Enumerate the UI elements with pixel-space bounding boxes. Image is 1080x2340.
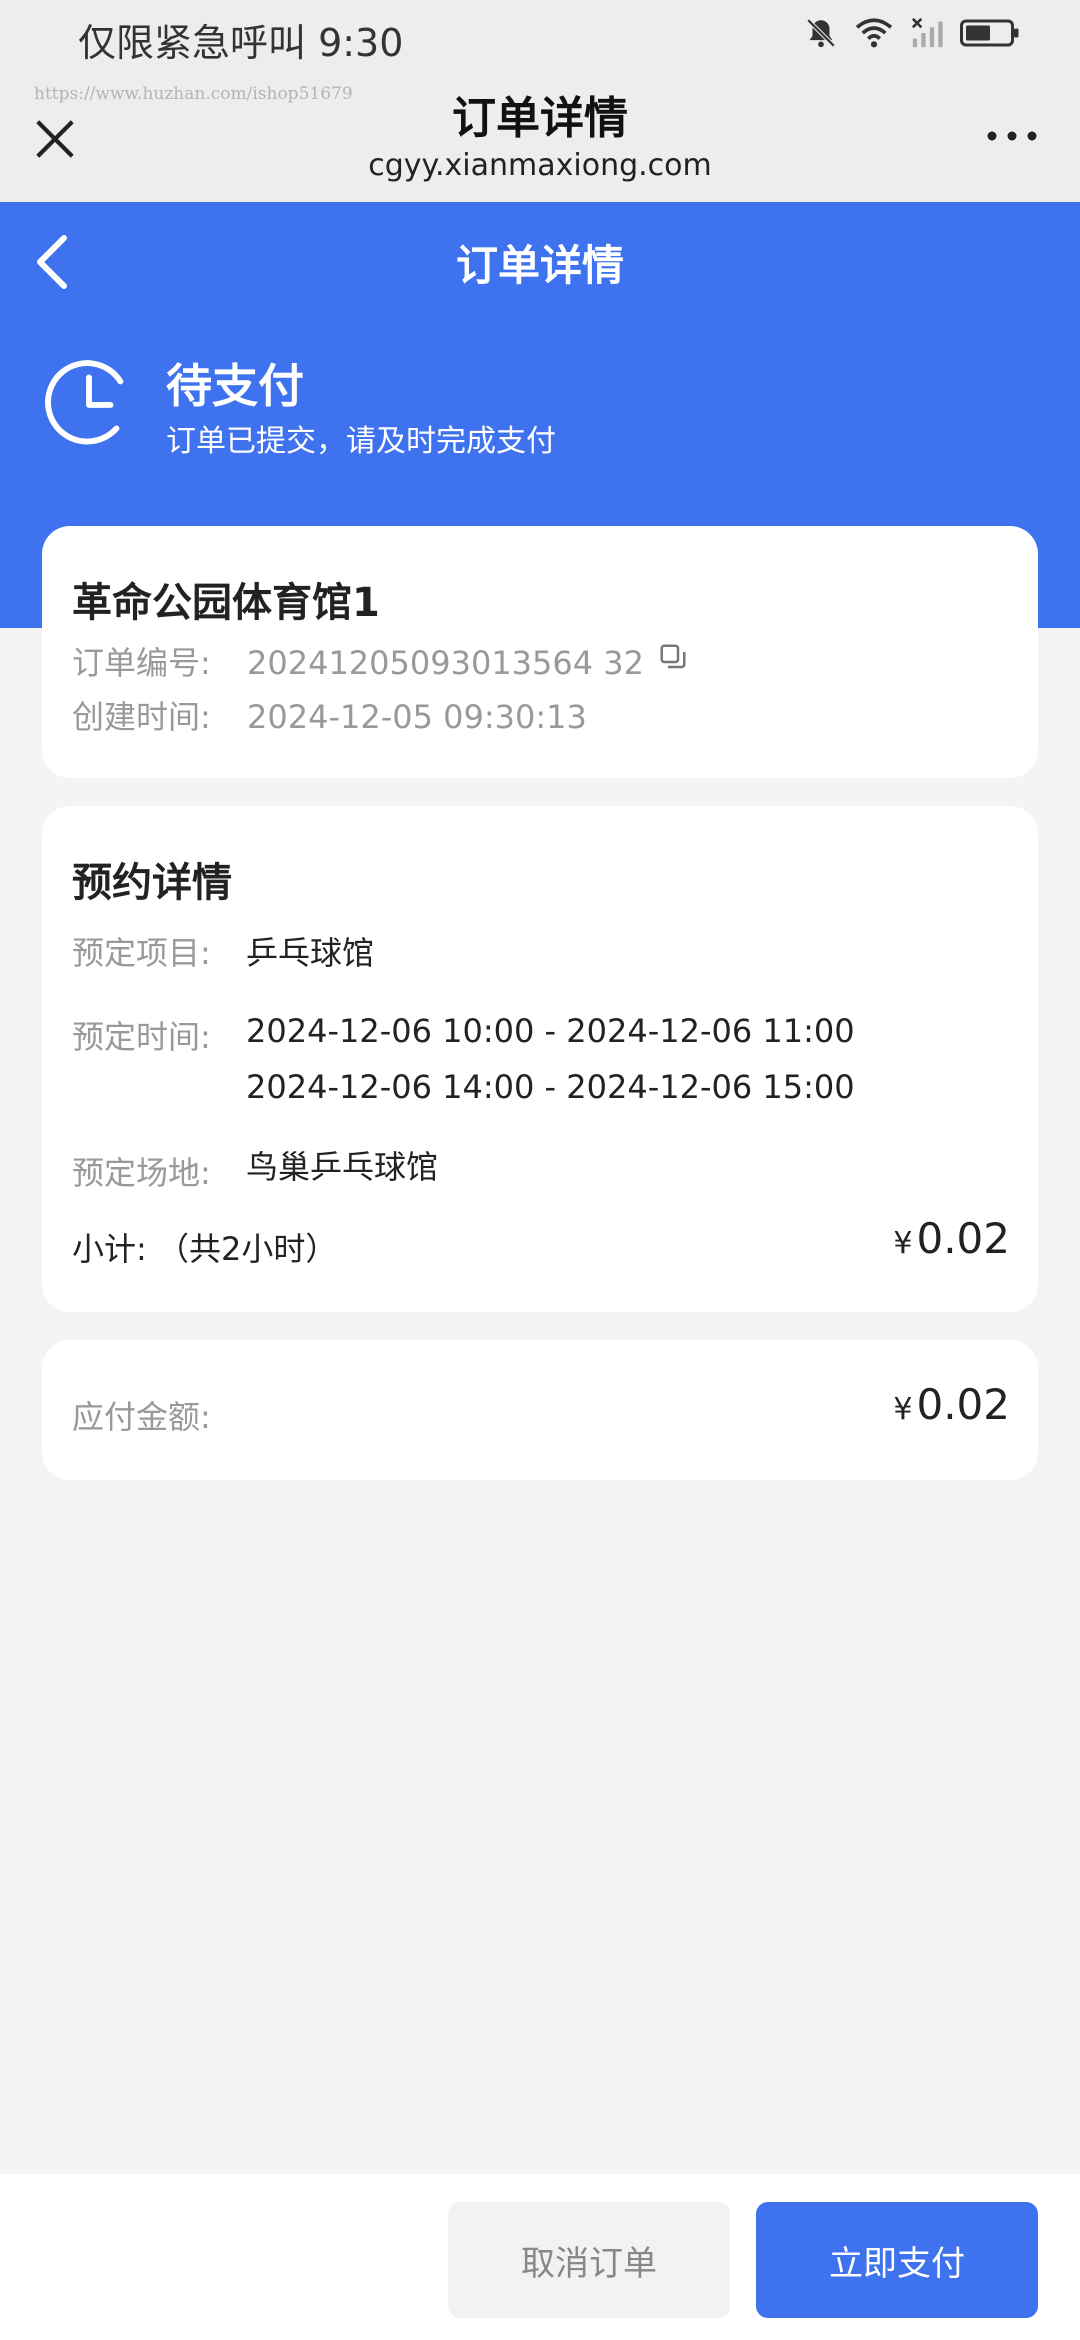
pay-now-button[interactable]: 立即支付 [756, 2202, 1038, 2318]
status-bar: 仅限紧急呼叫 9:30 [0, 0, 1080, 70]
booking-venue-value: 鸟巢乒乓球馆 [246, 1148, 439, 1186]
subtotal-value: 0.02 [916, 1214, 1010, 1263]
venue-name: 革命公园体育馆1 [72, 580, 380, 626]
booking-time-slot: 2024-12-06 14:00 - 2024-12-06 15:00 [246, 1068, 855, 1106]
total-value: 0.02 [916, 1380, 1010, 1429]
browser-title: 订单详情 [452, 93, 628, 144]
booking-details-card: 预约详情 预定项目: 乒乓球馆 预定时间: 2024-12-06 10:00 -… [42, 806, 1038, 1312]
browser-bar: https://www.huzhan.com/ishop51679 订单详情 c… [0, 70, 1080, 202]
created-time-row: 创建时间: 2024-12-05 09:30:13 [72, 692, 587, 738]
currency-symbol: ¥ [893, 1392, 913, 1427]
copy-icon[interactable] [658, 642, 688, 672]
browser-url: cgyy.xianmaxiong.com [368, 148, 712, 183]
status-carrier-time: 仅限紧急呼叫 9:30 [78, 21, 404, 65]
subtotal-label: 小计: （共2小时） [72, 1230, 338, 1268]
wifi-icon [855, 18, 893, 48]
booking-time-label: 预定时间: [72, 1018, 211, 1056]
created-time-value: 2024-12-05 09:30:13 [247, 698, 587, 736]
booking-venue-label: 预定场地: [72, 1154, 211, 1192]
order-number-row: 订单编号: 20241205093013564 32 [72, 638, 688, 684]
created-time-label: 创建时间: [72, 698, 211, 736]
battery-icon [960, 19, 1019, 47]
order-number-value: 20241205093013564 32 [247, 644, 644, 682]
subtotal-amount: ¥0.02 [893, 1214, 1010, 1263]
total-amount: ¥0.02 [893, 1380, 1010, 1429]
order-status-title: 待支付 [166, 359, 304, 413]
cancel-order-button[interactable]: 取消订单 [448, 2202, 730, 2318]
bottom-action-bar: 取消订单 立即支付 [0, 2174, 1080, 2340]
order-info-card: 革命公园体育馆1 订单编号: 20241205093013564 32 创建时间:… [42, 526, 1038, 778]
order-number-label: 订单编号: [72, 644, 211, 682]
order-status-subtitle: 订单已提交，请及时完成支付 [166, 424, 556, 459]
page-title: 订单详情 [455, 241, 624, 290]
booking-section-title: 预约详情 [72, 860, 232, 906]
signal-icon [911, 17, 943, 48]
currency-symbol: ¥ [893, 1226, 913, 1261]
total-label: 应付金额: [72, 1398, 211, 1436]
bell-off-icon [806, 18, 836, 48]
status-icons [804, 16, 1020, 50]
clock-icon [45, 360, 124, 445]
total-card: 应付金额: ¥0.02 [42, 1340, 1038, 1480]
booking-item-label: 预定项目: [72, 934, 211, 972]
booking-item-value: 乒乓球馆 [246, 934, 375, 972]
booking-time-slot: 2024-12-06 10:00 - 2024-12-06 11:00 [246, 1012, 855, 1050]
more-icon[interactable] [984, 126, 1040, 146]
